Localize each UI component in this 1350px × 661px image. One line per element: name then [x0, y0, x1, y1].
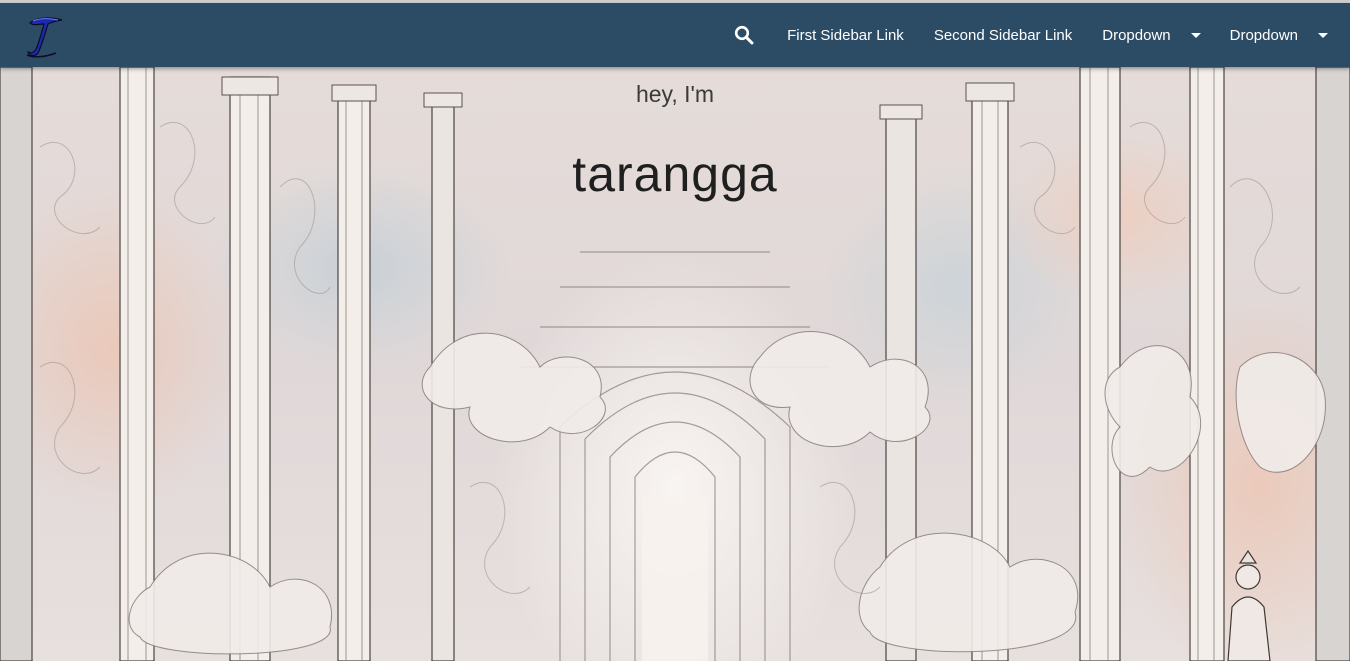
- hero-subtitle: hey, I'm: [635, 81, 715, 107]
- calligraphic-t-logo-icon: [26, 17, 63, 58]
- nav-link-first-sidebar[interactable]: First Sidebar Link: [772, 3, 919, 67]
- site-logo[interactable]: [24, 11, 66, 59]
- caret-down-icon: [1318, 32, 1328, 38]
- navbar: First Sidebar Link Second Sidebar Link D…: [0, 3, 1350, 67]
- nav-menu: First Sidebar Link Second Sidebar Link D…: [716, 3, 1350, 67]
- nav-dropdown-1[interactable]: Dropdown: [1087, 3, 1214, 67]
- nav-dropdown-2[interactable]: Dropdown: [1215, 3, 1350, 67]
- nav-dropdown-2-label: Dropdown: [1229, 26, 1298, 44]
- hero-section: hey, I'm tarangga: [0, 67, 1350, 661]
- hero-title: tarangga: [572, 146, 778, 202]
- nav-dropdown-1-label: Dropdown: [1102, 26, 1171, 44]
- search-button[interactable]: [716, 3, 772, 67]
- caret-down-icon: [1190, 32, 1201, 38]
- search-icon: [734, 25, 754, 45]
- nav-link-second-sidebar[interactable]: Second Sidebar Link: [919, 3, 1087, 67]
